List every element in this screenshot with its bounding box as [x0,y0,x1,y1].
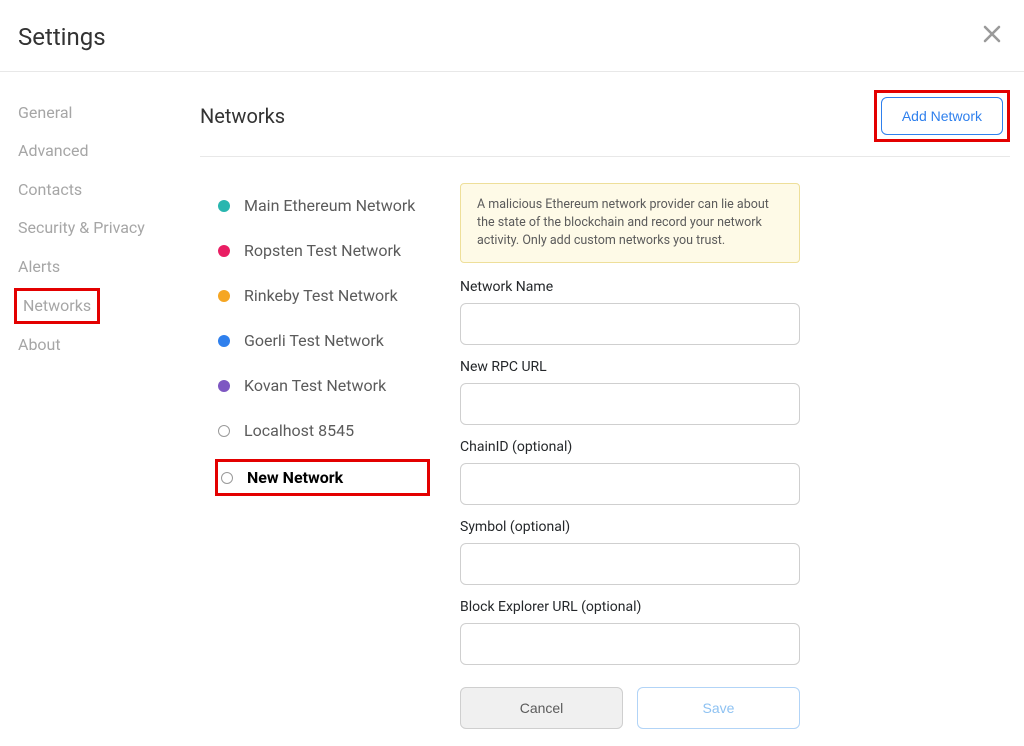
warning-banner: A malicious Ethereum network provider ca… [460,183,800,263]
network-ring-icon [221,472,233,484]
network-label: Ropsten Test Network [244,241,401,260]
network-name-label: Network Name [460,279,800,295]
settings-header: Settings [0,0,1024,72]
network-form: A malicious Ethereum network provider ca… [460,183,800,729]
sidebar-item-label: Security & Privacy [18,218,145,237]
sidebar-item-label: About [18,335,61,354]
network-color-dot [218,290,230,302]
network-label: Rinkeby Test Network [244,286,398,305]
sidebar-item-general[interactable]: General [14,94,200,132]
network-color-dot [218,245,230,257]
network-list: Main Ethereum Network Ropsten Test Netwo… [200,183,430,729]
network-color-dot [218,335,230,347]
close-icon[interactable] [978,20,1006,53]
networks-heading: Networks [200,104,285,128]
explorer-url-input[interactable] [460,623,800,665]
network-item-ropsten[interactable]: Ropsten Test Network [218,228,430,273]
form-buttons: Cancel Save [460,687,800,729]
network-color-dot [218,380,230,392]
cancel-button[interactable]: Cancel [460,687,623,729]
network-item-goerli[interactable]: Goerli Test Network [218,318,430,363]
network-item-main[interactable]: Main Ethereum Network [218,183,430,228]
network-name-input[interactable] [460,303,800,345]
network-item-kovan[interactable]: Kovan Test Network [218,363,430,408]
symbol-input[interactable] [460,543,800,585]
network-label: Goerli Test Network [244,331,384,350]
networks-header: Networks Add Network [200,90,1010,157]
network-item-localhost[interactable]: Localhost 8545 [218,408,430,453]
chain-id-input[interactable] [460,463,800,505]
sidebar-item-label: Alerts [18,257,60,276]
network-label: Localhost 8545 [244,421,354,440]
field-explorer-url: Block Explorer URL (optional) [460,599,800,665]
sidebar-item-label: Contacts [18,180,82,199]
chain-id-label: ChainID (optional) [460,439,800,455]
sidebar-item-label: Advanced [18,141,89,160]
page-title: Settings [18,23,106,51]
sidebar-item-security-privacy[interactable]: Security & Privacy [14,209,200,247]
sidebar-item-contacts[interactable]: Contacts [14,171,200,209]
settings-body: General Advanced Contacts Security & Pri… [0,72,1024,729]
network-label: Kovan Test Network [244,376,386,395]
networks-panel: Networks Add Network Main Ethereum Netwo… [200,90,1024,729]
add-network-highlight: Add Network [874,90,1010,142]
network-item-new-network[interactable]: New Network [215,459,430,496]
sidebar-item-advanced[interactable]: Advanced [14,132,200,170]
field-rpc-url: New RPC URL [460,359,800,425]
network-label: New Network [247,468,343,487]
save-button[interactable]: Save [637,687,800,729]
symbol-label: Symbol (optional) [460,519,800,535]
rpc-url-label: New RPC URL [460,359,800,375]
sidebar-item-networks[interactable]: Networks [14,288,100,324]
field-chain-id: ChainID (optional) [460,439,800,505]
settings-sidebar: General Advanced Contacts Security & Pri… [0,90,200,729]
sidebar-item-label: General [18,103,72,122]
sidebar-item-label: Networks [23,296,91,315]
add-network-button[interactable]: Add Network [881,97,1003,135]
rpc-url-input[interactable] [460,383,800,425]
networks-content: Main Ethereum Network Ropsten Test Netwo… [200,183,1010,729]
network-ring-icon [218,425,230,437]
field-network-name: Network Name [460,279,800,345]
network-item-rinkeby[interactable]: Rinkeby Test Network [218,273,430,318]
field-symbol: Symbol (optional) [460,519,800,585]
sidebar-item-about[interactable]: About [14,326,200,364]
network-color-dot [218,200,230,212]
explorer-url-label: Block Explorer URL (optional) [460,599,800,615]
network-label: Main Ethereum Network [244,196,415,215]
sidebar-item-alerts[interactable]: Alerts [14,248,200,286]
